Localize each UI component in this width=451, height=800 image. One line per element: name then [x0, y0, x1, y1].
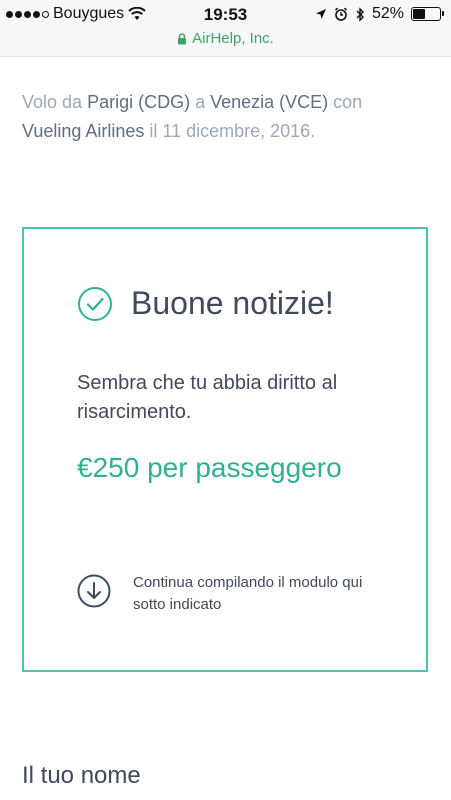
- url-text: AirHelp, Inc.: [192, 30, 274, 47]
- flight-summary: Volo da Parigi (CDG) a Venezia (VCE) con…: [22, 88, 422, 146]
- arrow-down-circle-icon: [77, 574, 111, 608]
- location-arrow-icon: [315, 9, 326, 19]
- good-news-title: Buone notizie!: [131, 285, 334, 321]
- continue-text: Continua compilando il modulo qui sotto …: [133, 574, 363, 613]
- status-bar: Bouygues 19:53 52% AirHelp, Inc.: [0, 0, 451, 57]
- status-right: 52%: [315, 5, 444, 23]
- eligibility-text: Sembra che tu abbia diritto al risarcime…: [77, 372, 338, 423]
- intro-text-1: Volo da: [22, 92, 88, 112]
- alarm-icon: [334, 7, 348, 21]
- compensation-amount: €250 per passeggero: [77, 452, 342, 483]
- good-news-heading: Buone notizie!: [77, 285, 334, 322]
- continue-hint[interactable]: Continua compilando il modulo qui sotto …: [77, 574, 373, 616]
- bluetooth-icon: [356, 6, 364, 22]
- battery-percent: 52%: [371, 5, 404, 22]
- origin-airport: Parigi (CDG): [87, 92, 191, 112]
- compensation-card: Buone notizie! Sembra che tu abbia dirit…: [22, 227, 428, 672]
- intro-text-2: a: [190, 92, 211, 112]
- name-field-label: Il tuo nome: [22, 762, 141, 789]
- check-circle-icon: [78, 286, 112, 321]
- battery-icon: [411, 7, 444, 21]
- intro-text-3: con: [328, 92, 363, 112]
- url-bar[interactable]: AirHelp, Inc.: [0, 30, 451, 47]
- destination-airport: Venezia (VCE): [210, 92, 329, 112]
- airline-name: Vueling Airlines: [22, 121, 145, 141]
- intro-text-4: il 11 dicembre, 2016.: [144, 121, 316, 141]
- lock-icon: [178, 32, 187, 44]
